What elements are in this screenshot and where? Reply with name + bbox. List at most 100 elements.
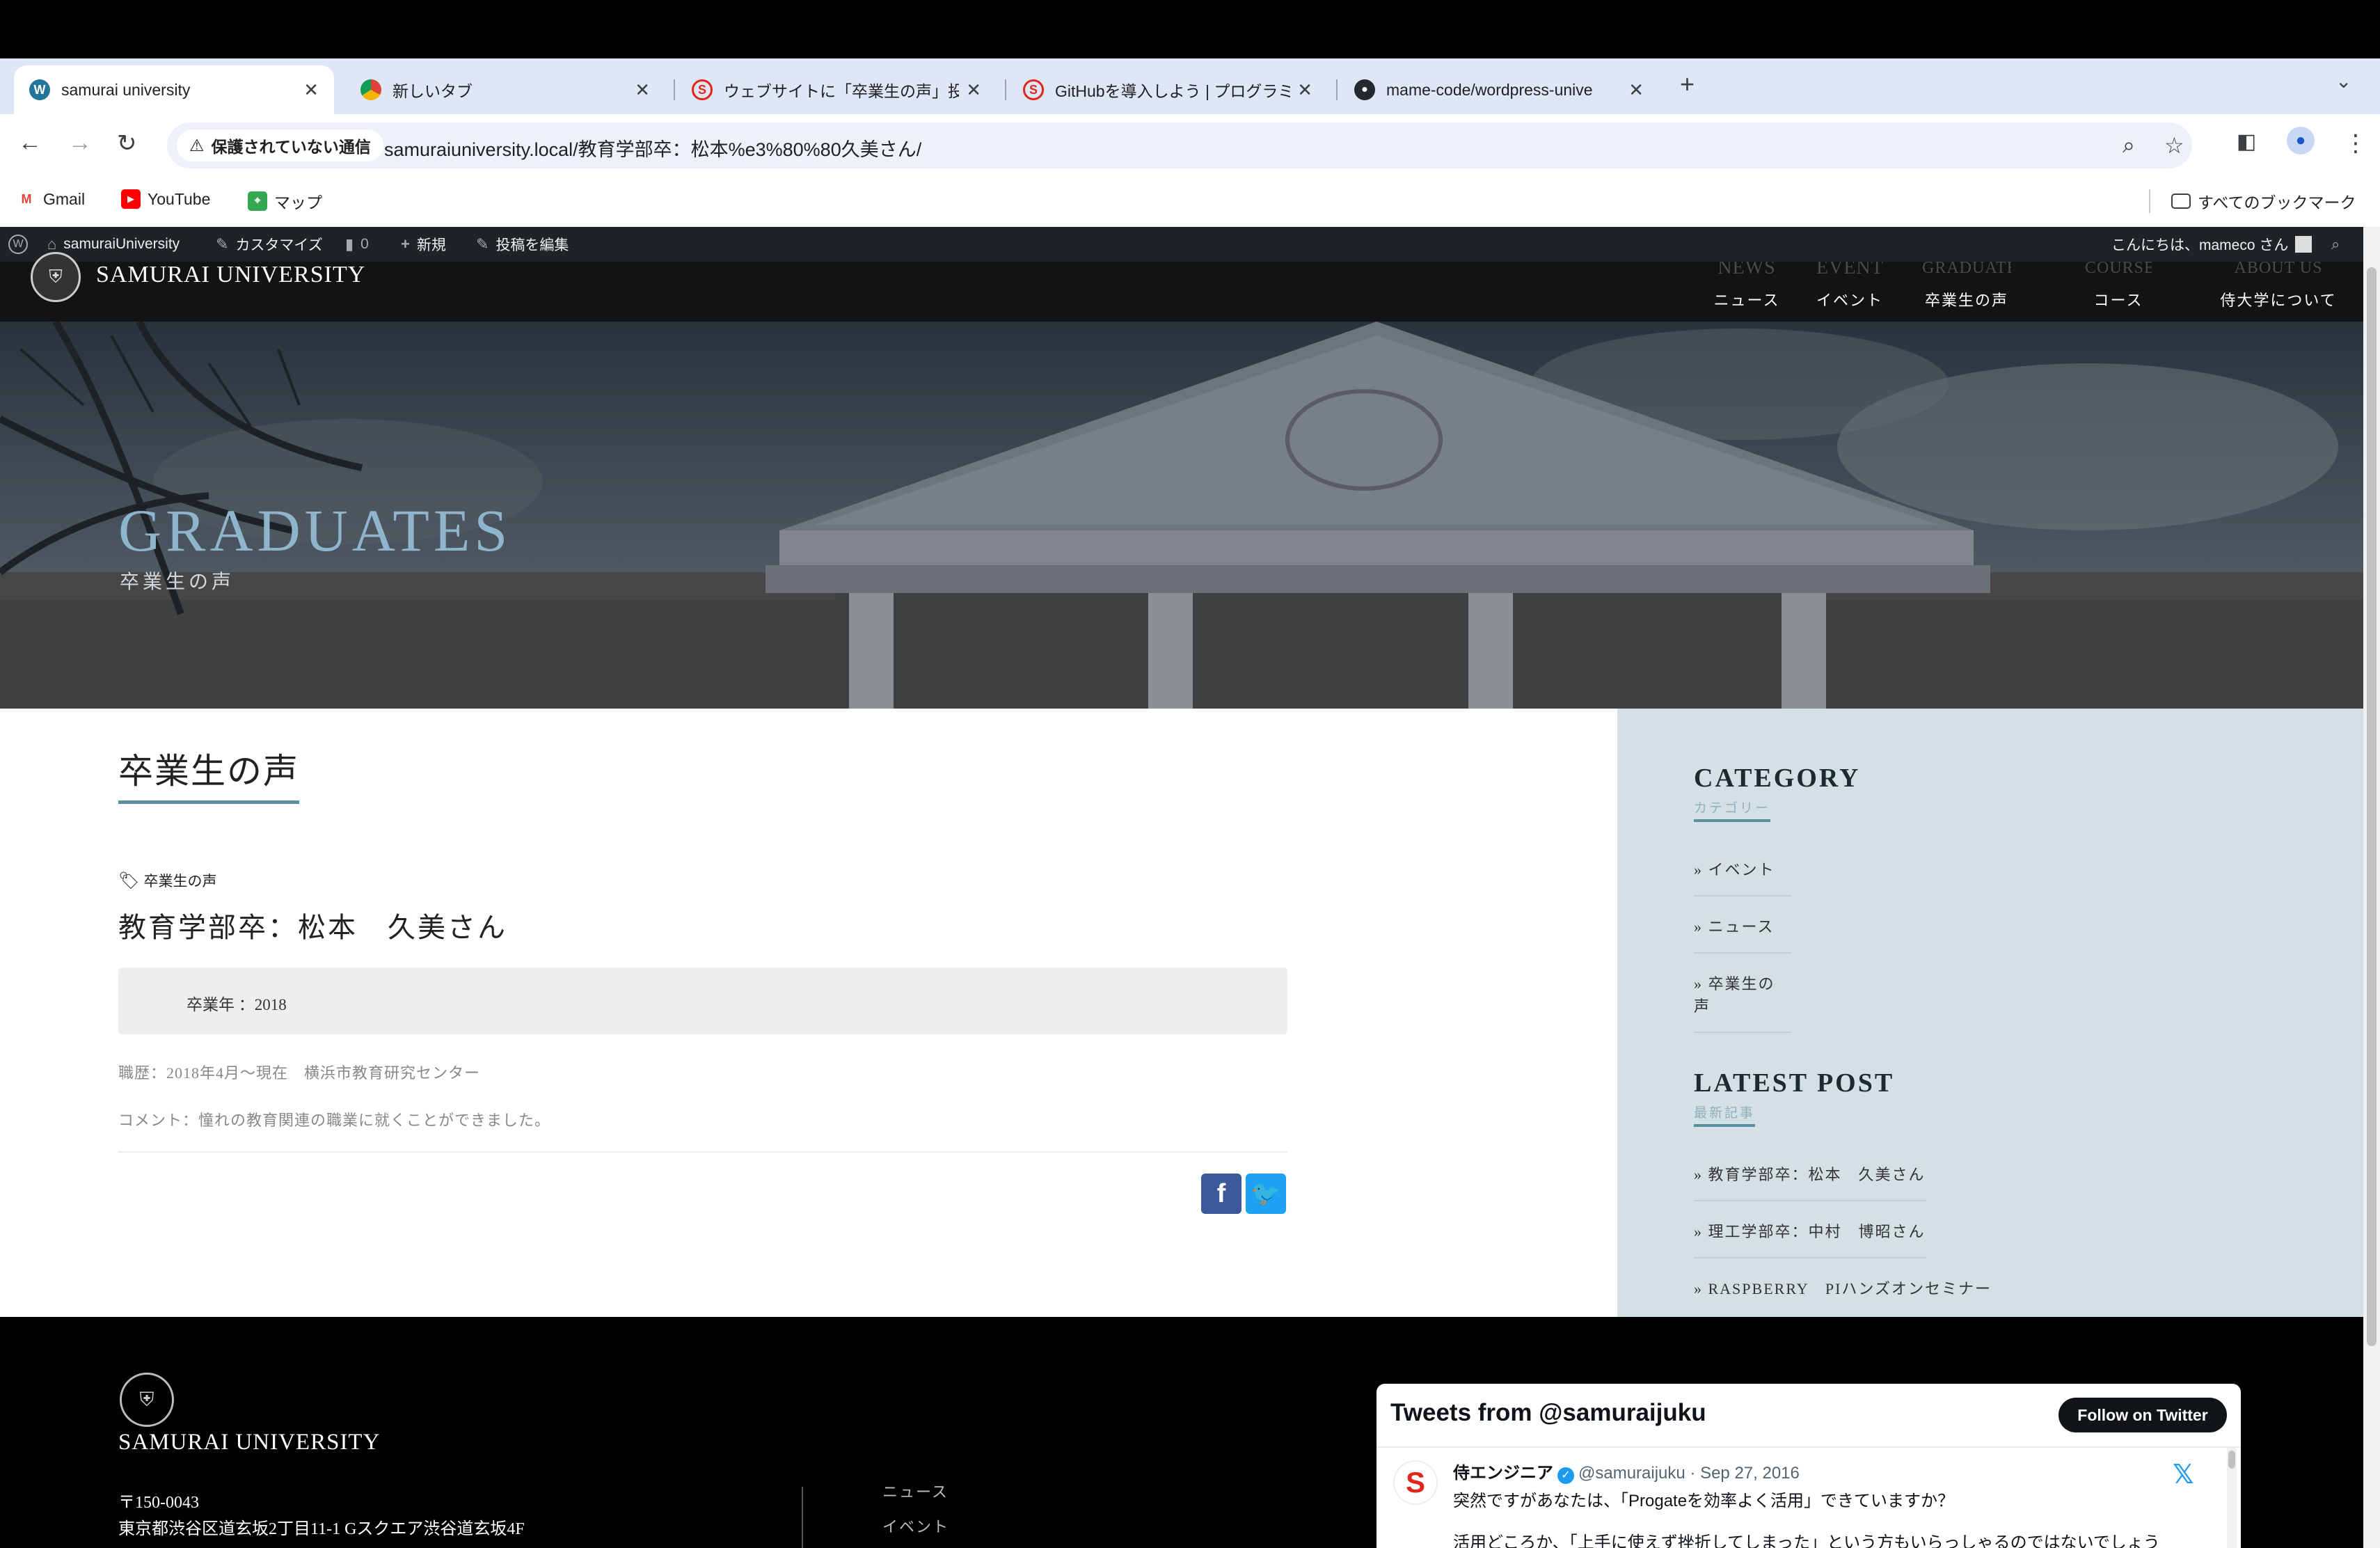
nav-en-label: ABOUT US <box>2234 262 2323 277</box>
twitter-share-icon[interactable]: 🐦 <box>1246 1174 1286 1214</box>
footer-link-event[interactable]: イベント <box>882 1515 949 1537</box>
tweet-text-line1: 突然ですがあなたは、「Progateを効率よく活用」できていますか？ <box>1453 1492 1955 1510</box>
scrollbar-thumb[interactable] <box>2228 1451 2235 1469</box>
footer-logo[interactable]: ⛨ <box>120 1373 174 1427</box>
sidebar-latest-post-3[interactable]: » RASPBERRY PIハンズオンセミナー <box>1694 1277 2000 1314</box>
footer-address: 東京都渋谷区道玄坂2丁目11-1 Gスクエア渋谷道玄坂4F <box>118 1520 525 1538</box>
hero-title: GRADUATES <box>118 497 512 564</box>
x-logo-icon[interactable]: 𝕏 <box>2173 1459 2194 1490</box>
admin-site-name: samuraiUniversity <box>63 236 180 252</box>
tab-title: 新しいタブ <box>392 82 473 100</box>
post-category[interactable]: 🏷 卒業生の声 <box>118 870 216 891</box>
browser-tab-bar: W samurai university ✕ 新しいタブ ✕ S ウェブサイトに… <box>0 58 2380 114</box>
tab-title: mame-code/wordpress-unive <box>1386 80 1593 99</box>
sidebar-category-graduates[interactable]: » 卒業生の声 <box>1694 972 1791 1033</box>
tweet-text-line2: 活用どころか、「上手に使えず挫折してしまった」という方もいらっしゃるのではないで… <box>1453 1533 2160 1548</box>
nav-en-label: NEWS <box>1717 262 1776 278</box>
warning-icon: ⚠ <box>189 136 205 155</box>
admin-account[interactable]: こんにちは、mameco さん <box>2111 227 2312 262</box>
tweet-author[interactable]: 侍エンジニア ✓ @samuraijuku · Sep 27, 2016 <box>1453 1459 1800 1484</box>
footer-link-news[interactable]: ニュース <box>882 1480 949 1502</box>
close-icon[interactable]: ✕ <box>303 79 319 101</box>
kebab-menu-icon[interactable]: ⋮ <box>2344 129 2367 157</box>
all-bookmarks-label: すべてのブックマーク <box>2198 194 2356 212</box>
facebook-share-icon[interactable]: f <box>1201 1174 1241 1214</box>
nav-jp-label: イベント <box>1816 292 1884 309</box>
star-icon[interactable]: ☆ <box>2164 132 2184 159</box>
profile-icon[interactable]: ● <box>2287 127 2315 155</box>
admin-customize[interactable]: ✎ カスタマイズ <box>216 227 323 262</box>
avatar[interactable]: S <box>1393 1460 1438 1505</box>
back-arrow-icon[interactable]: ← <box>18 129 42 157</box>
brush-icon: ✎ <box>216 235 229 253</box>
graduation-year: 卒業年 ：2018 <box>187 996 287 1013</box>
wp-admin-bar: W ⌂ samuraiUniversity ✎ カスタマイズ ▮ 0 + 新規 … <box>0 227 2363 262</box>
latest-post-subtitle: 最新記事 <box>1694 1103 1756 1127</box>
tab-title: GitHubを導入しよう | プログラミ <box>1055 82 1291 100</box>
tab-samurai-university[interactable]: W samurai university ✕ <box>14 65 334 114</box>
bookmark-youtube[interactable]: ▶ YouTube <box>121 189 210 209</box>
close-icon[interactable]: ✕ <box>1297 79 1312 101</box>
screen-top-strip <box>0 0 2380 58</box>
tab-github-guide[interactable]: S GitHubを導入しよう | プログラミ ✕ <box>1008 65 1328 114</box>
sidebar-link-label: 教育学部卒：松本 久美さん <box>1708 1166 1926 1183</box>
close-icon[interactable]: ✕ <box>635 79 650 101</box>
tab-separator <box>1336 79 1338 100</box>
category-subtitle: カテゴリー <box>1694 798 1771 822</box>
page-scrollbar[interactable] <box>2363 227 2380 1548</box>
tag-icon: 🏷 <box>118 871 140 890</box>
reload-icon[interactable]: ↻ <box>117 129 137 157</box>
new-tab-icon[interactable]: + <box>1680 70 1695 99</box>
forward-arrow-icon[interactable]: → <box>68 129 92 157</box>
sidebar-latest-post-1[interactable]: » 教育学部卒：松本 久美さん <box>1694 1162 1926 1201</box>
close-icon[interactable]: ✕ <box>1628 79 1644 101</box>
nav-en-label: GRADUATES <box>1922 262 2011 277</box>
scrollbar-thumb[interactable] <box>2367 267 2377 1346</box>
twitter-scrollbar[interactable] <box>2227 1448 2237 1548</box>
zoom-icon[interactable]: ⌕ <box>2123 132 2135 159</box>
url-text[interactable]: samuraiuniversity.local/教育学部卒：松本%e3%80%8… <box>384 134 921 161</box>
admin-edit-post[interactable]: ✎ 投稿を編集 <box>476 227 569 262</box>
bookmark-maps[interactable]: ⌖ マップ <box>248 189 322 213</box>
verified-badge-icon: ✓ <box>1557 1467 1574 1484</box>
nav-en-label: COURSES <box>2085 262 2152 277</box>
admin-new[interactable]: + 新規 <box>401 227 446 262</box>
security-indicator[interactable]: ⚠ 保護されていない通信 <box>177 129 383 161</box>
post-category-label: 卒業生の声 <box>143 873 217 890</box>
sidebar-category-news[interactable]: » ニュース <box>1694 915 1791 954</box>
admin-greeting: こんにちは、mameco さん <box>2111 237 2289 253</box>
nav-courses[interactable]: COURSES コース <box>2085 262 2152 310</box>
divider <box>1377 1446 2241 1448</box>
search-icon[interactable]: ⌕ <box>2331 227 2340 262</box>
address-bar[interactable]: ⚠ 保護されていない通信 samuraiuniversity.local/教育学… <box>167 123 2192 168</box>
tab-samurai-graduates[interactable]: S ウェブサイトに「卒業生の声」投 ✕ <box>676 65 997 114</box>
chevron-down-icon[interactable]: ⌄ <box>2335 70 2351 93</box>
tab-new-tab[interactable]: 新しいタブ ✕ <box>345 65 665 114</box>
university-logo[interactable]: ⛨ <box>31 252 81 302</box>
sidebar-link-label: ニュース <box>1708 918 1775 935</box>
sidebar-category-event[interactable]: » イベント <box>1694 858 1791 897</box>
site-header: ⛨ SAMURAI UNIVERSITY NEWS ニュース EVENT イベン… <box>0 252 2363 322</box>
maps-icon: ⌖ <box>248 191 267 211</box>
footer-divider <box>802 1487 803 1548</box>
bookmark-gmail[interactable]: M Gmail <box>17 189 86 209</box>
twitter-timeline[interactable]: Tweets from @samuraijuku Follow on Twitt… <box>1377 1384 2241 1548</box>
nav-graduates[interactable]: GRADUATES 卒業生の声 <box>1922 262 2011 310</box>
site-name[interactable]: SAMURAI UNIVERSITY <box>96 262 365 288</box>
admin-comments[interactable]: ▮ 0 <box>345 227 369 262</box>
nav-en-label: EVENT <box>1816 262 1883 278</box>
tweet-author-name: 侍エンジニア <box>1453 1464 1553 1483</box>
hero-subtitle: 卒業生の声 <box>120 571 235 593</box>
sidebar-latest-post-2[interactable]: » 理工学部卒：中村 博昭さん <box>1694 1219 1926 1258</box>
wp-logo-icon[interactable]: W <box>8 227 28 262</box>
nav-news[interactable]: NEWS ニュース <box>1713 262 1780 310</box>
nav-about-us[interactable]: ABOUT US 侍大学について <box>2217 262 2340 310</box>
tab-github-repo[interactable]: ● mame-code/wordpress-unive ✕ <box>1339 65 1659 114</box>
follow-on-twitter-button[interactable]: Follow on Twitter <box>2058 1398 2227 1432</box>
sidebar-link-label: イベント <box>1708 861 1775 878</box>
nav-event[interactable]: EVENT イベント <box>1816 262 1883 310</box>
side-panel-icon[interactable]: ◧ <box>2237 129 2256 154</box>
close-icon[interactable]: ✕ <box>966 79 981 101</box>
all-bookmarks[interactable]: すべてのブックマーク <box>2171 189 2356 213</box>
samurai-icon: S <box>1023 79 1044 100</box>
